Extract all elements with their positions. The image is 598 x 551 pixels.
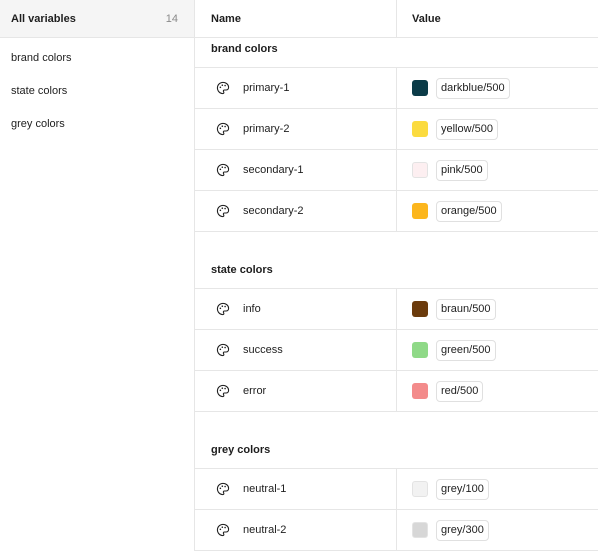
table-row[interactable]: success green/500 (195, 330, 598, 371)
column-divider (396, 150, 397, 190)
column-divider (396, 510, 397, 550)
color-swatch[interactable] (412, 383, 428, 399)
column-divider (396, 289, 397, 329)
column-divider (396, 371, 397, 411)
all-variables-count: 14 (165, 12, 178, 25)
color-swatch[interactable] (412, 121, 428, 137)
color-swatch[interactable] (412, 342, 428, 358)
sidebar-item-grey-colors[interactable]: grey colors (0, 108, 194, 141)
variable-name[interactable]: primary-1 (243, 68, 289, 108)
table-row[interactable]: secondary-2 orange/500 (195, 191, 598, 232)
color-swatch[interactable] (412, 203, 428, 219)
column-divider (396, 469, 397, 509)
variables-table: Name Value brand colors primary-1 darkblue… (195, 0, 598, 551)
variable-name[interactable]: success (243, 330, 283, 370)
table-row[interactable]: primary-1 darkblue/500 (195, 68, 598, 109)
table-row[interactable]: error red/500 (195, 371, 598, 412)
value-chip[interactable]: grey/100 (436, 479, 489, 500)
palette-icon (216, 523, 230, 537)
column-divider (396, 330, 397, 370)
value-column-header[interactable]: Value (412, 13, 441, 25)
table-row[interactable]: info braun/500 (195, 289, 598, 330)
table-header: Name Value (195, 0, 598, 38)
value-chip[interactable]: pink/500 (436, 160, 488, 181)
sidebar-item-state-colors[interactable]: state colors (0, 75, 194, 108)
palette-icon (216, 384, 230, 398)
table-row[interactable]: neutral-1 grey/100 (195, 469, 598, 510)
palette-icon (216, 163, 230, 177)
value-chip[interactable]: orange/500 (436, 201, 502, 222)
value-chip[interactable]: yellow/500 (436, 119, 498, 140)
value-chip[interactable]: red/500 (436, 381, 484, 402)
column-divider[interactable] (396, 0, 397, 38)
value-chip[interactable]: braun/500 (436, 299, 496, 320)
variable-name[interactable]: secondary-1 (243, 150, 304, 190)
variable-name[interactable]: neutral-2 (243, 510, 286, 550)
color-swatch[interactable] (412, 80, 428, 96)
sidebar-item-brand-colors[interactable]: brand colors (0, 42, 194, 75)
column-divider (396, 109, 397, 149)
group-title: brand colors (195, 38, 598, 68)
value-chip[interactable]: darkblue/500 (436, 78, 510, 99)
variable-name[interactable]: error (243, 371, 266, 411)
table-row[interactable]: secondary-1 pink/500 (195, 150, 598, 191)
groups-container: brand colors primary-1 darkblue/500 primary… (195, 38, 598, 551)
color-swatch[interactable] (412, 481, 428, 497)
table-row[interactable]: neutral-2 grey/300 (195, 510, 598, 551)
palette-icon (216, 122, 230, 136)
color-swatch[interactable] (412, 522, 428, 538)
table-row[interactable]: primary-2 yellow/500 (195, 109, 598, 150)
group-title: grey colors (195, 432, 598, 469)
column-divider (396, 68, 397, 108)
variable-name[interactable]: info (243, 289, 261, 329)
palette-icon (216, 343, 230, 357)
all-variables-label: All variables (11, 12, 76, 25)
palette-icon (216, 81, 230, 95)
group-title: state colors (195, 252, 598, 289)
palette-icon (216, 204, 230, 218)
all-variables-item[interactable]: All variables 14 (0, 0, 194, 38)
palette-icon (216, 482, 230, 496)
name-column-header[interactable]: Name (211, 13, 241, 25)
value-chip[interactable]: green/500 (436, 340, 496, 361)
column-divider (396, 191, 397, 231)
variable-name[interactable]: primary-2 (243, 109, 289, 149)
palette-icon (216, 302, 230, 316)
sidebar: All variables 14 brand colors state colo… (0, 0, 195, 551)
color-swatch[interactable] (412, 162, 428, 178)
value-chip[interactable]: grey/300 (436, 520, 489, 541)
color-swatch[interactable] (412, 301, 428, 317)
variable-name[interactable]: neutral-1 (243, 469, 286, 509)
variable-name[interactable]: secondary-2 (243, 191, 304, 231)
collection-list: brand colors state colors grey colors (0, 38, 194, 141)
